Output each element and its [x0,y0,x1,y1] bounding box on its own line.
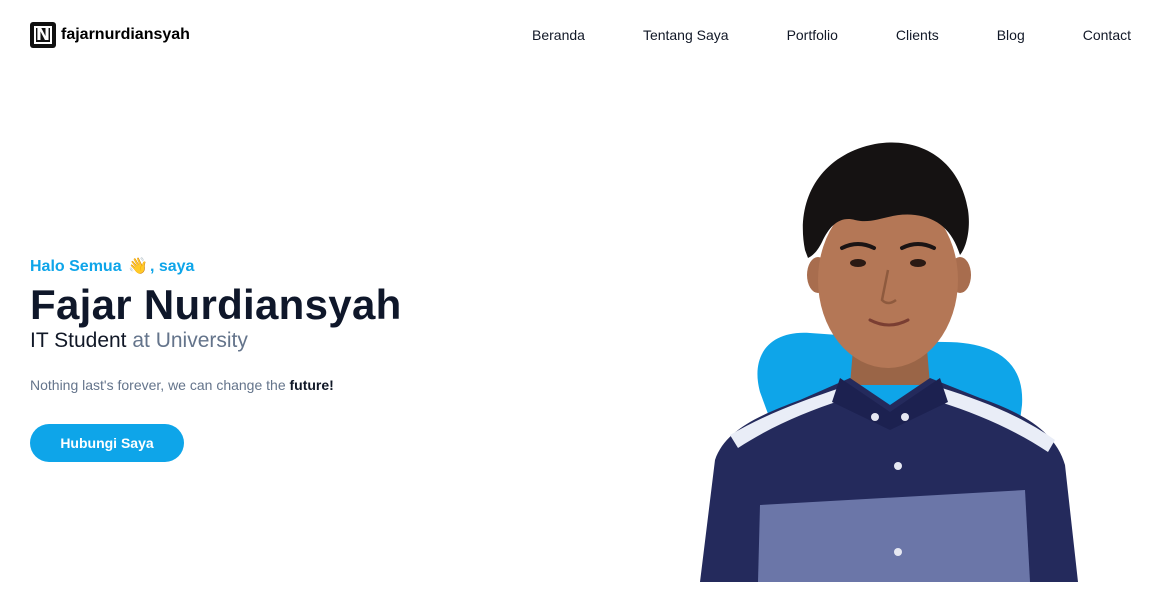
site-header: N fajarnurdiansyah Beranda Tentang Saya … [0,0,1163,70]
nav-item-clients[interactable]: Clients [896,26,939,44]
greeting-prefix: Halo Semua [30,258,122,275]
portrait-eye-right [910,259,926,267]
portrait-shirt-panel [758,490,1030,582]
n-logo-icon: N [30,22,56,48]
tagline-emphasis: future! [289,377,334,393]
hero-name: Fajar Nurdiansyah [30,281,402,328]
tagline-text: Nothing last's forever, we can change th… [30,377,290,393]
portrait-button-4 [894,548,902,556]
hero-section: Halo Semua 👋, saya Fajar Nurdiansyah IT … [30,255,590,462]
role-title: IT Student [30,329,127,352]
waving-hand-icon: 👋 [128,256,148,275]
hero-tagline: Nothing last's forever, we can change th… [30,376,590,394]
nav-item-tentang-saya[interactable]: Tentang Saya [643,26,729,44]
role-place: at University [126,329,248,352]
portrait-button-1 [871,413,879,421]
profile-portrait [700,142,1078,582]
nav-item-portfolio[interactable]: Portfolio [787,26,838,44]
brand-name: fajarnurdiansyah [61,26,190,43]
greeting-suffix: , saya [149,258,195,275]
contact-me-button[interactable]: Hubungi Saya [30,424,184,462]
nav-item-contact[interactable]: Contact [1083,26,1131,44]
main-nav: Beranda Tentang Saya Portfolio Clients B… [532,26,1131,44]
portrait-button-2 [901,413,909,421]
hero-greeting: Halo Semua 👋, saya [30,255,590,278]
nav-item-beranda[interactable]: Beranda [532,26,585,44]
portrait-button-3 [894,462,902,470]
brand-link[interactable]: N fajarnurdiansyah [30,22,190,48]
logo-letter: N [35,25,51,45]
nav-item-blog[interactable]: Blog [997,26,1025,44]
hero-role: IT Student at University [30,328,590,354]
portrait-eye-left [850,259,866,267]
